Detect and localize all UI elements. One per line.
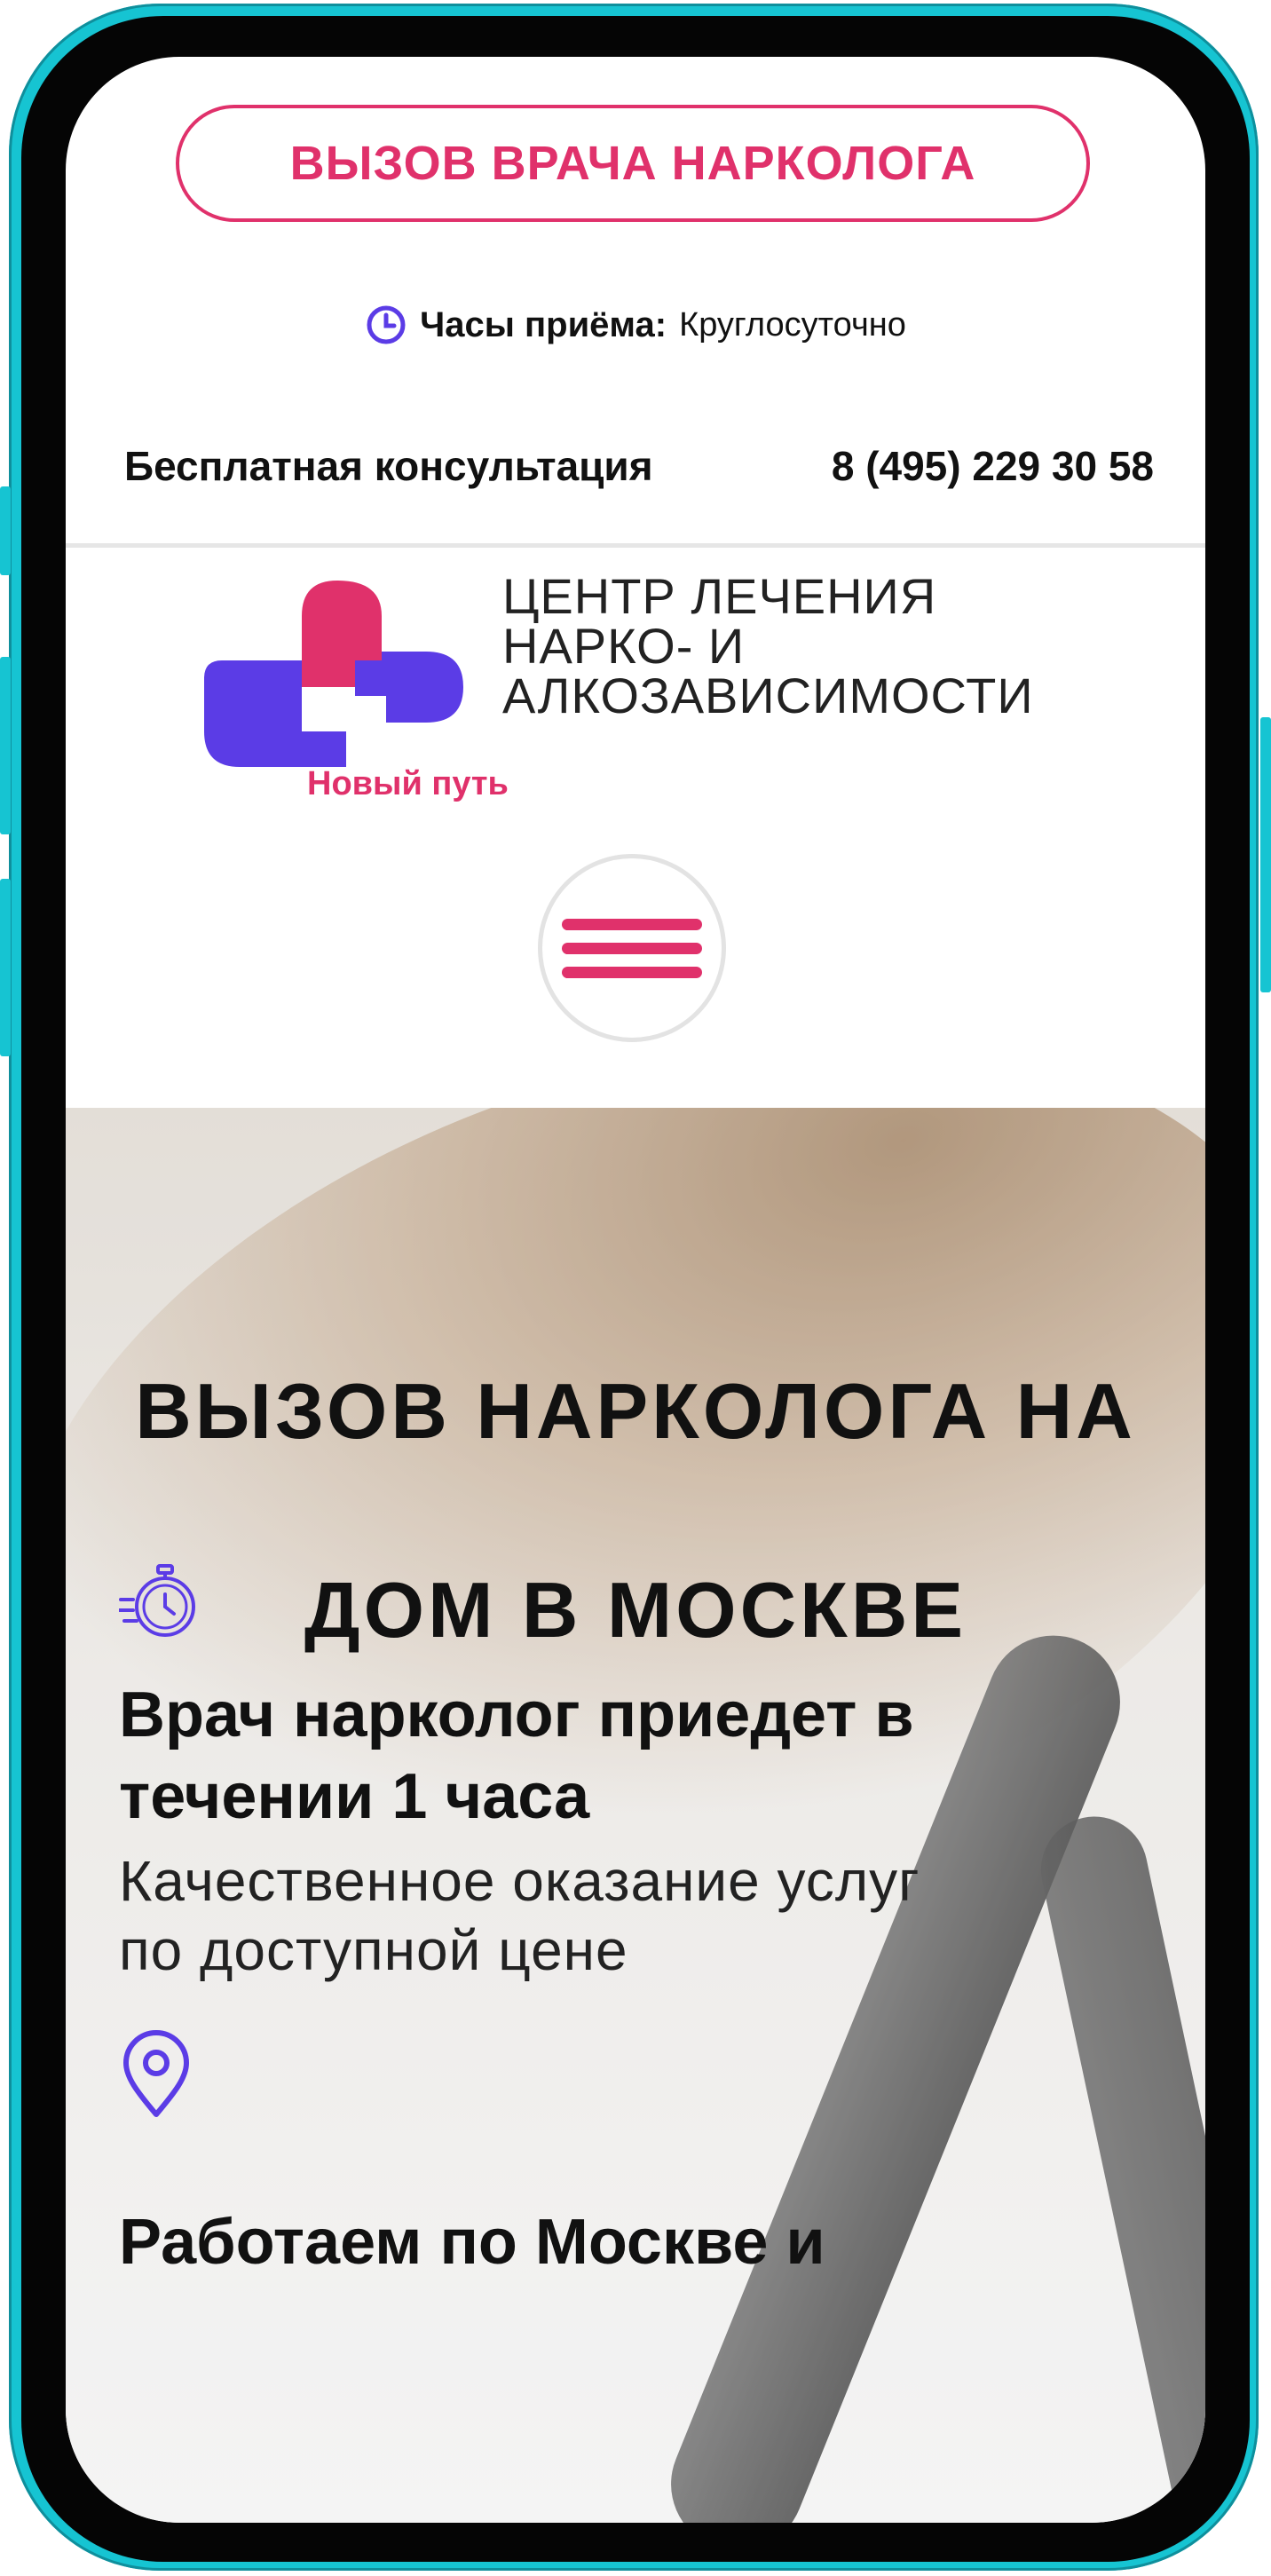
call-doctor-button[interactable]: ВЫЗОВ ВРАЧА НАРКОЛОГА — [176, 105, 1090, 222]
hero-title: ВЫЗОВ НАРКОЛОГА НА ДОМ В МОСКВЕ — [66, 1312, 1205, 1710]
phone-link[interactable]: 8 (495) 229 30 58 — [832, 442, 1154, 490]
brand-title: ЦЕНТР ЛЕЧЕНИЯ НАРКО- И АЛКОЗАВИСИМОСТИ — [502, 572, 1034, 721]
menu-bar — [562, 918, 702, 930]
location-pin-icon — [123, 2030, 189, 2117]
feature-title-line: Врач нарколог приедет в — [119, 1679, 914, 1750]
stopwatch-icon — [119, 1564, 195, 1637]
feature-title: Работаем по Москве и — [119, 2207, 825, 2278]
feature-description: Качественное оказание услуг по доступной… — [119, 1846, 1166, 1985]
phone-side-button — [1260, 717, 1271, 992]
hours-label: Часы приёма: — [420, 304, 667, 344]
brand-title-line: ЦЕНТР ЛЕЧЕНИЯ — [502, 568, 937, 624]
phone-side-button — [0, 657, 11, 834]
consultation-row: Бесплатная консультация 8 (495) 229 30 5… — [124, 442, 1154, 490]
hero-title-line: ВЫЗОВ НАРКОЛОГА НА — [135, 1367, 1136, 1455]
feature-title-line: течении 1 часа — [119, 1761, 590, 1832]
working-hours: Часы приёма: Круглосуточно — [66, 304, 1205, 346]
brand-title-line: НАРКО- И — [502, 618, 746, 674]
feature-description-line: Качественное оказание услуг — [119, 1849, 920, 1913]
menu-bar — [562, 942, 702, 954]
menu-button[interactable] — [538, 854, 726, 1042]
consultation-label: Бесплатная консультация — [124, 443, 653, 489]
feature-title: Врач нарколог приедет в течении 1 часа — [119, 1674, 1166, 1837]
feature-description-line: по доступной цене — [119, 1918, 628, 1982]
phone-screen: ВЫЗОВ ВРАЧА НАРКОЛОГА Часы приёма: Кругл… — [66, 57, 1205, 2523]
phone-side-button — [0, 486, 11, 575]
clock-icon — [367, 305, 406, 344]
logo-cross-icon[interactable] — [204, 581, 467, 785]
menu-bar — [562, 966, 702, 978]
header-divider — [66, 543, 1205, 548]
phone-side-button — [0, 879, 11, 1056]
hours-value: Круглосуточно — [679, 305, 906, 344]
brand-title-line: АЛКОЗАВИСИМОСТИ — [502, 668, 1034, 723]
brand-subtitle: Новый путь — [307, 765, 509, 802]
